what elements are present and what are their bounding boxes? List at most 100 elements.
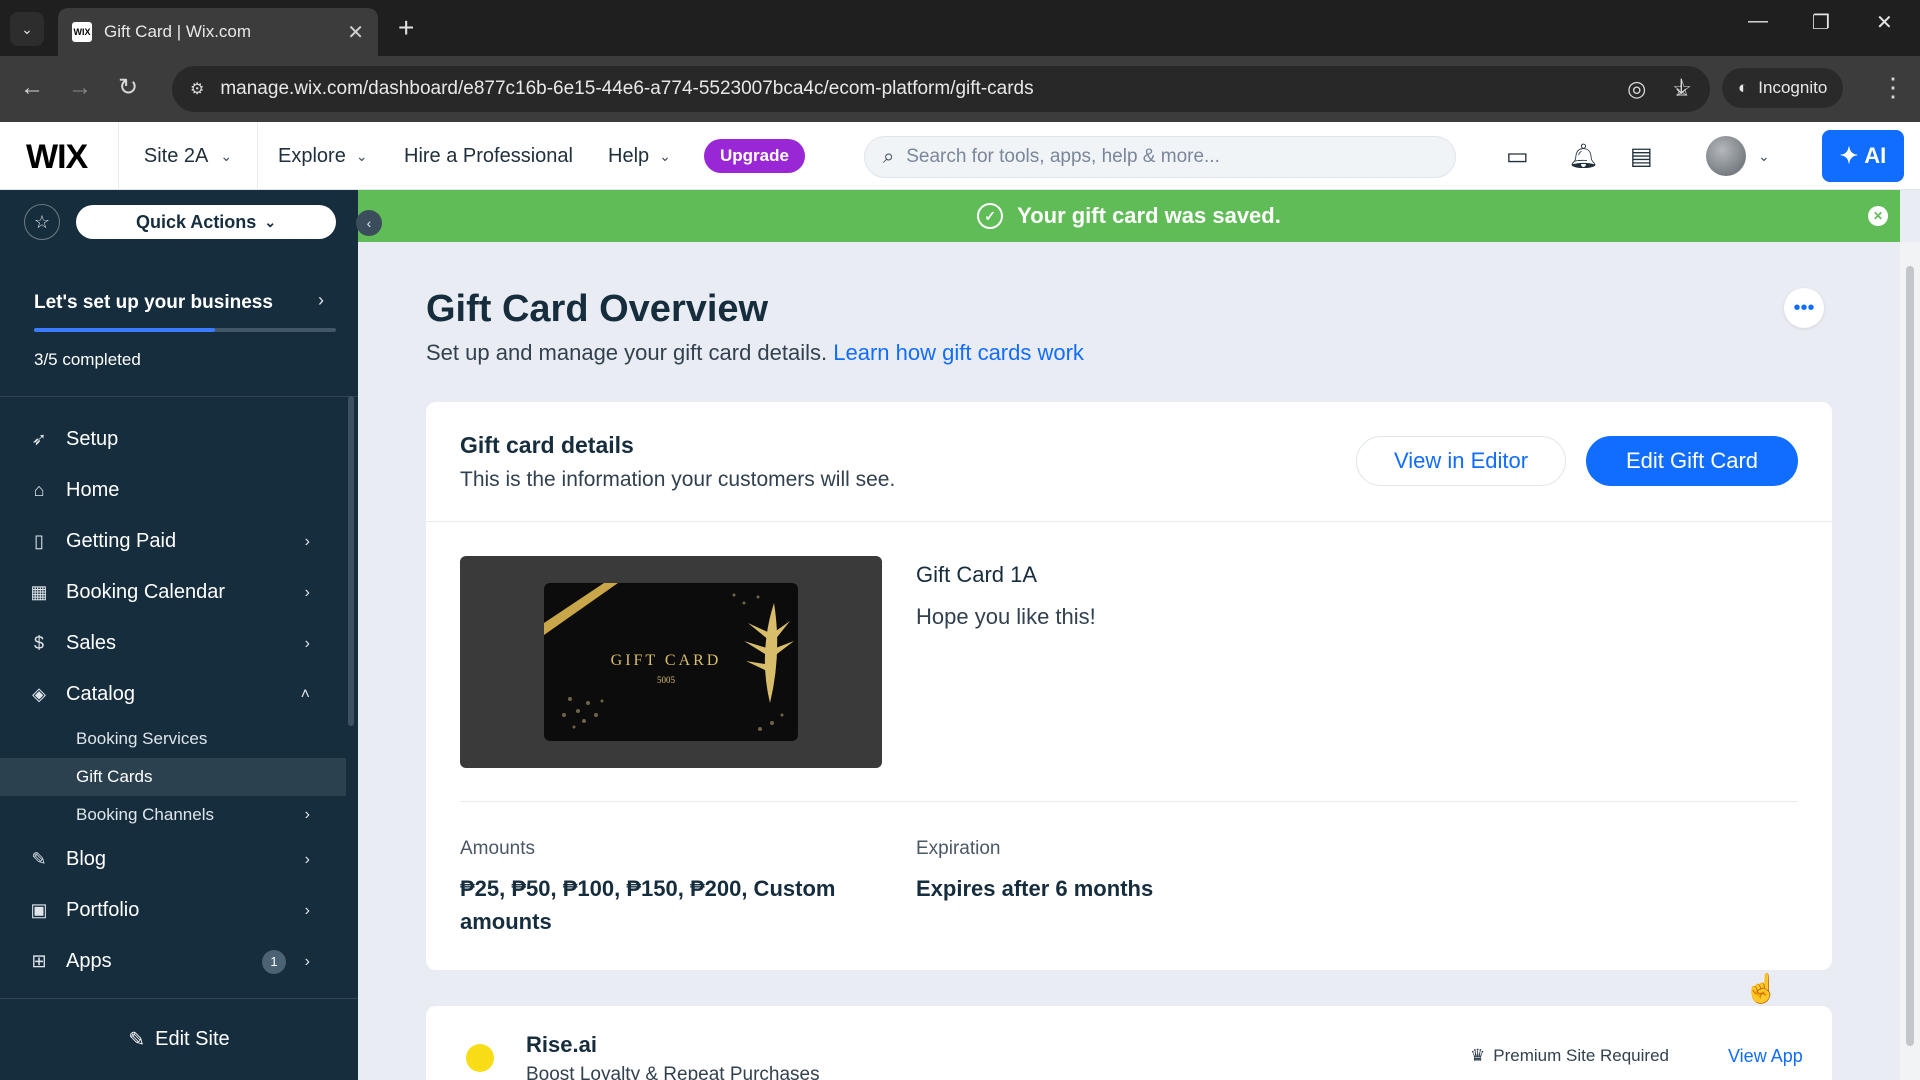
url-text[interactable]: manage.wix.com/dashboard/e877c16b-6e15-4… <box>220 78 1601 100</box>
tab-search-chevron-icon[interactable]: ⌄ <box>10 12 44 46</box>
chevron-right-icon[interactable]: › <box>318 290 324 311</box>
toast-close-icon[interactable]: ✕ <box>1868 206 1888 226</box>
amounts-value-line2: amounts <box>460 909 552 934</box>
sidebar-item-home[interactable]: ⌂ Home <box>0 465 346 516</box>
bell-icon[interactable]: 🔔︎ <box>1568 142 1598 171</box>
tab-close-icon[interactable]: ✕ <box>347 20 364 45</box>
browser-tab[interactable]: WIX Gift Card | Wix.com ✕ <box>58 8 378 56</box>
minimize-icon[interactable]: — <box>1748 10 1768 33</box>
sidebar-item-setup[interactable]: ➶ Setup <box>0 414 346 465</box>
chevron-down-icon[interactable]: ⌄ <box>1758 148 1770 165</box>
search-input[interactable] <box>906 146 1437 168</box>
divider <box>460 801 1798 802</box>
site-selector[interactable]: Site 2A ⌄ <box>118 122 258 190</box>
sidebar-item-booking-calendar[interactable]: ▦ Booking Calendar › <box>0 567 346 618</box>
back-arrow-icon[interactable]: ← <box>20 76 44 100</box>
news-icon[interactable]: ▤ <box>1630 142 1653 171</box>
incognito-label: Incognito <box>1758 78 1828 97</box>
chevron-up-icon: ˄ <box>300 685 310 703</box>
quick-actions-button[interactable]: Quick Actions ⌄ <box>76 205 336 239</box>
learn-link[interactable]: Learn how gift cards work <box>833 340 1084 365</box>
incognito-icon: ◐ <box>1738 78 1749 97</box>
sidebar-item-getting-paid[interactable]: ▯ Getting Paid › <box>0 516 346 567</box>
reload-icon[interactable]: ↻ <box>118 76 138 100</box>
wix-favicon-icon: WIX <box>72 22 92 42</box>
download-icon[interactable]: ⤓ <box>1676 74 1687 102</box>
upgrade-button[interactable]: Upgrade <box>704 139 805 173</box>
view-in-editor-button[interactable]: View in Editor <box>1356 436 1566 486</box>
success-toast: ✓ Your gift card was saved. ✕ <box>358 190 1900 242</box>
nav-hire-professional[interactable]: Hire a Professional <box>404 122 573 190</box>
browser-menu-icon[interactable]: ⋮ <box>1880 72 1906 103</box>
sidebar-item-label: Booking Calendar <box>66 581 225 603</box>
avatar[interactable] <box>1706 136 1746 176</box>
search-bar[interactable]: ⌕ <box>864 136 1456 178</box>
app-tagline: Boost Loyalty & Repeat Purchases <box>526 1064 820 1080</box>
sidebar-item-label: Portfolio <box>66 899 140 921</box>
nav-help[interactable]: Help ⌄ <box>608 122 671 190</box>
hand-cursor-icon: ☝ <box>1744 973 1779 1004</box>
wix-logo[interactable]: WIX <box>26 138 88 177</box>
new-tab-plus-icon[interactable]: + <box>398 12 414 44</box>
sidebar-scrollbar[interactable] <box>348 396 354 726</box>
tab-title: Gift Card | Wix.com <box>104 22 252 41</box>
edit-site-button[interactable]: ✎ Edit Site <box>0 998 358 1080</box>
chevron-right-icon: › <box>304 901 310 919</box>
view-app-link[interactable]: View App <box>1728 1046 1803 1067</box>
chevron-right-icon: › <box>304 806 310 823</box>
sidebar: ☆ Quick Actions ⌄ Let's set up your busi… <box>0 190 358 1080</box>
collapse-sidebar-icon[interactable]: ‹ <box>356 210 382 236</box>
address-bar[interactable]: ⚙ manage.wix.com/dashboard/e877c16b-6e15… <box>172 66 1710 112</box>
star-icon[interactable]: ☆ <box>24 204 60 240</box>
ai-assistant-button[interactable]: ✦ AI <box>1822 130 1904 182</box>
home-icon: ⌂ <box>33 480 45 500</box>
invoice-icon: ▯ <box>34 531 44 551</box>
sidebar-item-blog[interactable]: ✎ Blog › <box>0 834 346 885</box>
setup-progress-fill <box>34 328 216 332</box>
sidebar-item-label: Home <box>66 479 120 501</box>
amounts-value-line1: ₱25, ₱50, ₱100, ₱150, ₱200, Custom <box>460 876 836 901</box>
sidebar-item-label: Getting Paid <box>66 530 177 552</box>
chat-icon[interactable]: ▭ <box>1506 142 1529 171</box>
portfolio-icon: ▣ <box>30 900 48 920</box>
expiration-value: Expires after 6 months <box>916 876 1154 901</box>
forward-arrow-icon[interactable]: → <box>68 76 92 100</box>
edit-gift-card-button[interactable]: Edit Gift Card <box>1586 436 1798 486</box>
amounts-label: Amounts <box>460 838 535 859</box>
nav-explore[interactable]: Explore ⌄ <box>278 122 368 190</box>
rocket-icon: ➶ <box>31 429 47 449</box>
restore-icon[interactable]: ❐ <box>1812 10 1830 35</box>
main-scrollbar-thumb[interactable] <box>1906 266 1914 1046</box>
app-promo-card: Rise.ai Boost Loyalty & Repeat Purchases… <box>426 1006 1832 1080</box>
apps-count-badge: 1 <box>262 949 286 974</box>
sidebar-item-apps[interactable]: ⊞ Apps 1 › <box>0 936 346 987</box>
window-close-icon[interactable]: ✕ <box>1876 10 1893 35</box>
wix-topbar: WIX Site 2A ⌄ Explore ⌄ Hire a Professio… <box>0 122 1920 190</box>
sidebar-item-label: Apps <box>66 950 112 972</box>
site-info-icon[interactable]: ⚙ <box>190 79 204 99</box>
expiration-label: Expiration <box>916 838 1001 859</box>
nav-hire-label: Hire a Professional <box>404 144 573 167</box>
apps-icon: ⊞ <box>31 951 47 971</box>
sidebar-subitem-booking-services[interactable]: Booking Services <box>0 720 346 758</box>
sidebar-subitem-booking-channels[interactable]: Booking Channels › <box>0 796 346 834</box>
sidebar-item-catalog[interactable]: ◈ Catalog ˄ <box>0 669 346 720</box>
sparkle-icon: ✦ <box>1839 143 1859 168</box>
setup-title[interactable]: Let's set up your business <box>34 292 273 314</box>
more-actions-icon[interactable]: ••• <box>1784 288 1824 328</box>
sidebar-subitem-label: Gift Cards <box>76 767 153 786</box>
incognito-badge[interactable]: ◐ Incognito <box>1722 68 1844 108</box>
pencil-icon: ✎ <box>128 1029 146 1051</box>
setup-progress-bar <box>34 328 336 332</box>
sidebar-subitem-gift-cards[interactable]: Gift Cards <box>0 758 346 796</box>
main-scrollbar[interactable] <box>1900 242 1920 1080</box>
tag-icon: ◈ <box>32 684 46 704</box>
dollar-icon: $ <box>33 633 44 653</box>
eye-off-icon[interactable]: ◎ <box>1627 76 1646 102</box>
gift-card-image-number: 5005 <box>657 675 676 685</box>
check-circle-icon: ✓ <box>977 203 1004 229</box>
sidebar-item-label: Blog <box>66 848 107 870</box>
sidebar-item-portfolio[interactable]: ▣ Portfolio › <box>0 885 346 936</box>
sidebar-item-sales[interactable]: $ Sales › <box>0 618 346 669</box>
gift-card-details-card: Gift card details This is the informatio… <box>426 402 1832 970</box>
